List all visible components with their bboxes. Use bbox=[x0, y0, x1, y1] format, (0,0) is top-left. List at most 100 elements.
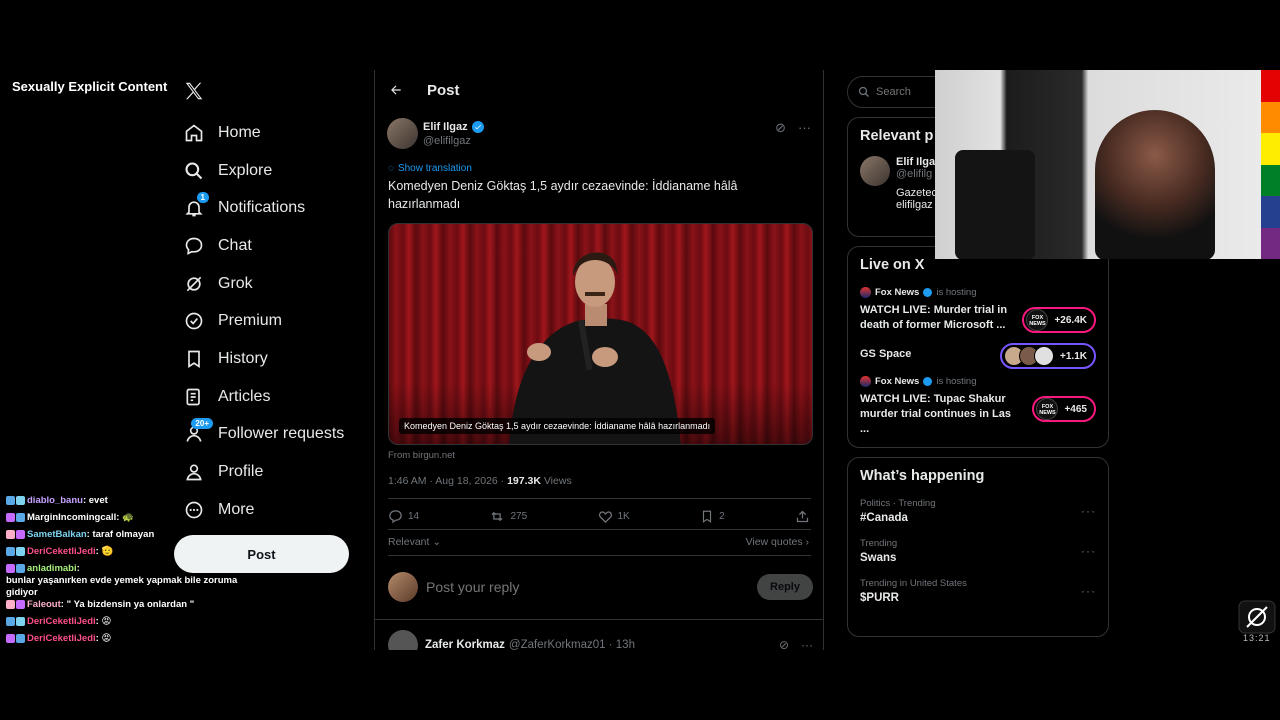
chat-message: Faleout: " Ya bizdensin ya onlardan " bbox=[6, 599, 266, 616]
chat-message: DeriCeketliJedi: 🫡 bbox=[6, 546, 266, 563]
live-space-item[interactable]: GS Space +1.1K bbox=[860, 343, 1096, 369]
bookmark-icon bbox=[183, 348, 205, 370]
grok-icon bbox=[183, 273, 205, 295]
live-host: Fox News is hosting bbox=[860, 376, 1096, 387]
live-title-text[interactable]: WATCH LIVE: Tupac Shakur murder trial co… bbox=[860, 392, 1020, 437]
author-avatar[interactable] bbox=[387, 118, 418, 149]
divider bbox=[388, 555, 811, 556]
chat-username[interactable]: Faleout bbox=[27, 599, 61, 611]
trend-item[interactable]: Trending in United States $PURR ··· bbox=[860, 578, 1096, 604]
live-host-name[interactable]: Fox News bbox=[875, 376, 919, 387]
reply-icon bbox=[389, 510, 402, 524]
live-host-suffix: is hosting bbox=[936, 376, 977, 387]
views-label: Views bbox=[540, 475, 572, 487]
post-meta: 1:46 AM · Aug 18, 2026 · 197.3K Views bbox=[388, 475, 572, 487]
nav-label: Explore bbox=[218, 161, 273, 179]
link-source[interactable]: From birgun.net bbox=[388, 450, 455, 461]
x-logo-icon[interactable] bbox=[183, 80, 205, 102]
live-title-text[interactable]: GS Space bbox=[860, 347, 1020, 362]
trend-context: Politics · Trending bbox=[860, 498, 936, 509]
share-action[interactable] bbox=[795, 509, 810, 524]
post-timestamp[interactable]: 1:46 AM · Aug 18, 2026 · bbox=[388, 475, 507, 487]
chat-text: 😡 bbox=[101, 616, 112, 627]
relevant-user-avatar[interactable] bbox=[860, 156, 890, 186]
sort-label: Relevant bbox=[388, 536, 430, 548]
nav-item-home[interactable]: Home bbox=[174, 114, 374, 152]
live-join-pill[interactable]: FOX NEWS +26.4K bbox=[1022, 307, 1096, 333]
chat-icon bbox=[183, 235, 205, 257]
like-action[interactable]: 1K bbox=[598, 509, 630, 524]
nav-item-history[interactable]: History bbox=[174, 340, 374, 378]
share-icon bbox=[796, 510, 809, 523]
reply-item[interactable]: Zafer Korkmaz @ZaferKorkmaz01 · 13h ⊘ ··… bbox=[388, 630, 813, 650]
relevant-user-bio-link[interactable]: elifilgaz bbox=[896, 199, 939, 211]
chat-username[interactable]: DeriCeketliJedi bbox=[27, 633, 96, 645]
reply-button[interactable]: Reply bbox=[757, 574, 813, 600]
nav-item-profile[interactable]: Profile bbox=[174, 453, 374, 491]
nav-label: Notifications bbox=[218, 199, 306, 217]
chat-message: diablo_banu: evet bbox=[6, 495, 266, 512]
live-host-name[interactable]: Fox News bbox=[875, 287, 919, 298]
live-space-item[interactable]: Fox News is hosting WATCH LIVE: Tupac Shak… bbox=[860, 376, 1096, 437]
nav-item-grok[interactable]: Grok bbox=[174, 265, 374, 303]
nav-label: Profile bbox=[218, 463, 264, 481]
author-name[interactable]: Elif Ilgaz bbox=[423, 121, 468, 133]
nav-item-notifications[interactable]: 1 Notifications bbox=[174, 189, 374, 227]
trend-context: Trending bbox=[860, 538, 898, 549]
grok-icon[interactable]: ⊘ bbox=[779, 638, 789, 650]
webcam-overlay bbox=[935, 70, 1261, 259]
nav-item-explore[interactable]: Explore bbox=[174, 152, 374, 190]
nav-item-follower-requests[interactable]: 20+ Follower requests bbox=[174, 416, 374, 454]
reply-author-name[interactable]: Zafer Korkmaz bbox=[425, 639, 505, 650]
repost-action[interactable]: 275 bbox=[489, 509, 527, 524]
chat-username[interactable]: anladimabi bbox=[27, 563, 77, 575]
live-join-pill[interactable]: FOX NEWS +465 bbox=[1032, 396, 1096, 422]
chat-username[interactable]: diablo_banu bbox=[27, 495, 83, 507]
webcam-streamer bbox=[1095, 110, 1215, 259]
back-arrow-icon[interactable] bbox=[389, 83, 403, 97]
relevant-user-name[interactable]: Elif Ilga bbox=[896, 156, 939, 168]
view-quotes-link[interactable]: View quotes › bbox=[746, 536, 809, 548]
live-listener-count: +26.4K bbox=[1054, 314, 1087, 326]
post-text: Komedyen Deniz Göktaş 1,5 aydır cezaevin… bbox=[388, 179, 738, 211]
chat-username[interactable]: DeriCeketliJedi bbox=[27, 546, 96, 558]
more-options-icon[interactable]: ··· bbox=[1081, 504, 1096, 518]
post-media[interactable]: Komedyen Deniz Göktaş 1,5 aydır cezaevin… bbox=[388, 223, 813, 445]
sort-dropdown[interactable]: Relevant ⌄ bbox=[388, 536, 441, 548]
trend-item[interactable]: Trending Swans ··· bbox=[860, 538, 1096, 564]
more-options-icon[interactable]: ··· bbox=[801, 638, 813, 650]
media-caption: Komedyen Deniz Göktaş 1,5 aydır cezaevin… bbox=[399, 418, 716, 434]
reply-avatar[interactable] bbox=[388, 630, 418, 650]
verified-badge-icon bbox=[923, 288, 933, 297]
grok-icon[interactable]: ⊘ bbox=[775, 120, 786, 136]
nav-label: Articles bbox=[218, 387, 271, 405]
more-options-icon[interactable]: ··· bbox=[1081, 584, 1096, 598]
relevant-user-bio: Gazeteci bbox=[896, 187, 940, 199]
chat-username[interactable]: SametBalkan bbox=[27, 529, 87, 541]
live-join-pill[interactable]: +1.1K bbox=[1000, 343, 1096, 369]
chat-message: anladimabi: bunlar yaşanırken evde yemek… bbox=[6, 563, 266, 599]
show-translation-label: Show translation bbox=[397, 163, 472, 174]
happening-title: What’s happening bbox=[860, 468, 985, 484]
post-header: Post bbox=[375, 70, 823, 110]
bookmark-action[interactable]: 2 bbox=[700, 509, 725, 524]
chat-username[interactable]: DeriCeketliJedi bbox=[27, 616, 96, 628]
more-options-icon[interactable]: ··· bbox=[1081, 544, 1096, 558]
nav-item-chat[interactable]: Chat bbox=[174, 227, 374, 265]
nav-item-articles[interactable]: Articles bbox=[174, 378, 374, 416]
nav-item-premium[interactable]: Premium bbox=[174, 302, 374, 340]
chat-username[interactable]: MarginIncomingcall bbox=[27, 512, 116, 524]
divider bbox=[388, 498, 811, 499]
chat-text: bunlar yaşanırken evde yemek yapmak bile… bbox=[6, 575, 238, 598]
more-options-icon[interactable]: ··· bbox=[798, 120, 811, 136]
chat-text: 😡 bbox=[101, 633, 112, 644]
reply-input[interactable] bbox=[426, 579, 757, 595]
page-title: Post bbox=[427, 81, 460, 99]
live-title-text[interactable]: WATCH LIVE: Murder trial in death of for… bbox=[860, 303, 1020, 333]
user-avatar[interactable] bbox=[388, 572, 418, 602]
live-space-item[interactable]: Fox News is hosting WATCH LIVE: Murder tri… bbox=[860, 287, 1096, 333]
reply-action[interactable]: 14 bbox=[388, 509, 419, 524]
show-translation-link[interactable]: ◌ Show translation bbox=[388, 163, 472, 174]
post-author[interactable]: Elif Ilgaz @elifilgaz bbox=[387, 118, 484, 149]
trend-item[interactable]: Politics · Trending #Canada ··· bbox=[860, 498, 1096, 524]
